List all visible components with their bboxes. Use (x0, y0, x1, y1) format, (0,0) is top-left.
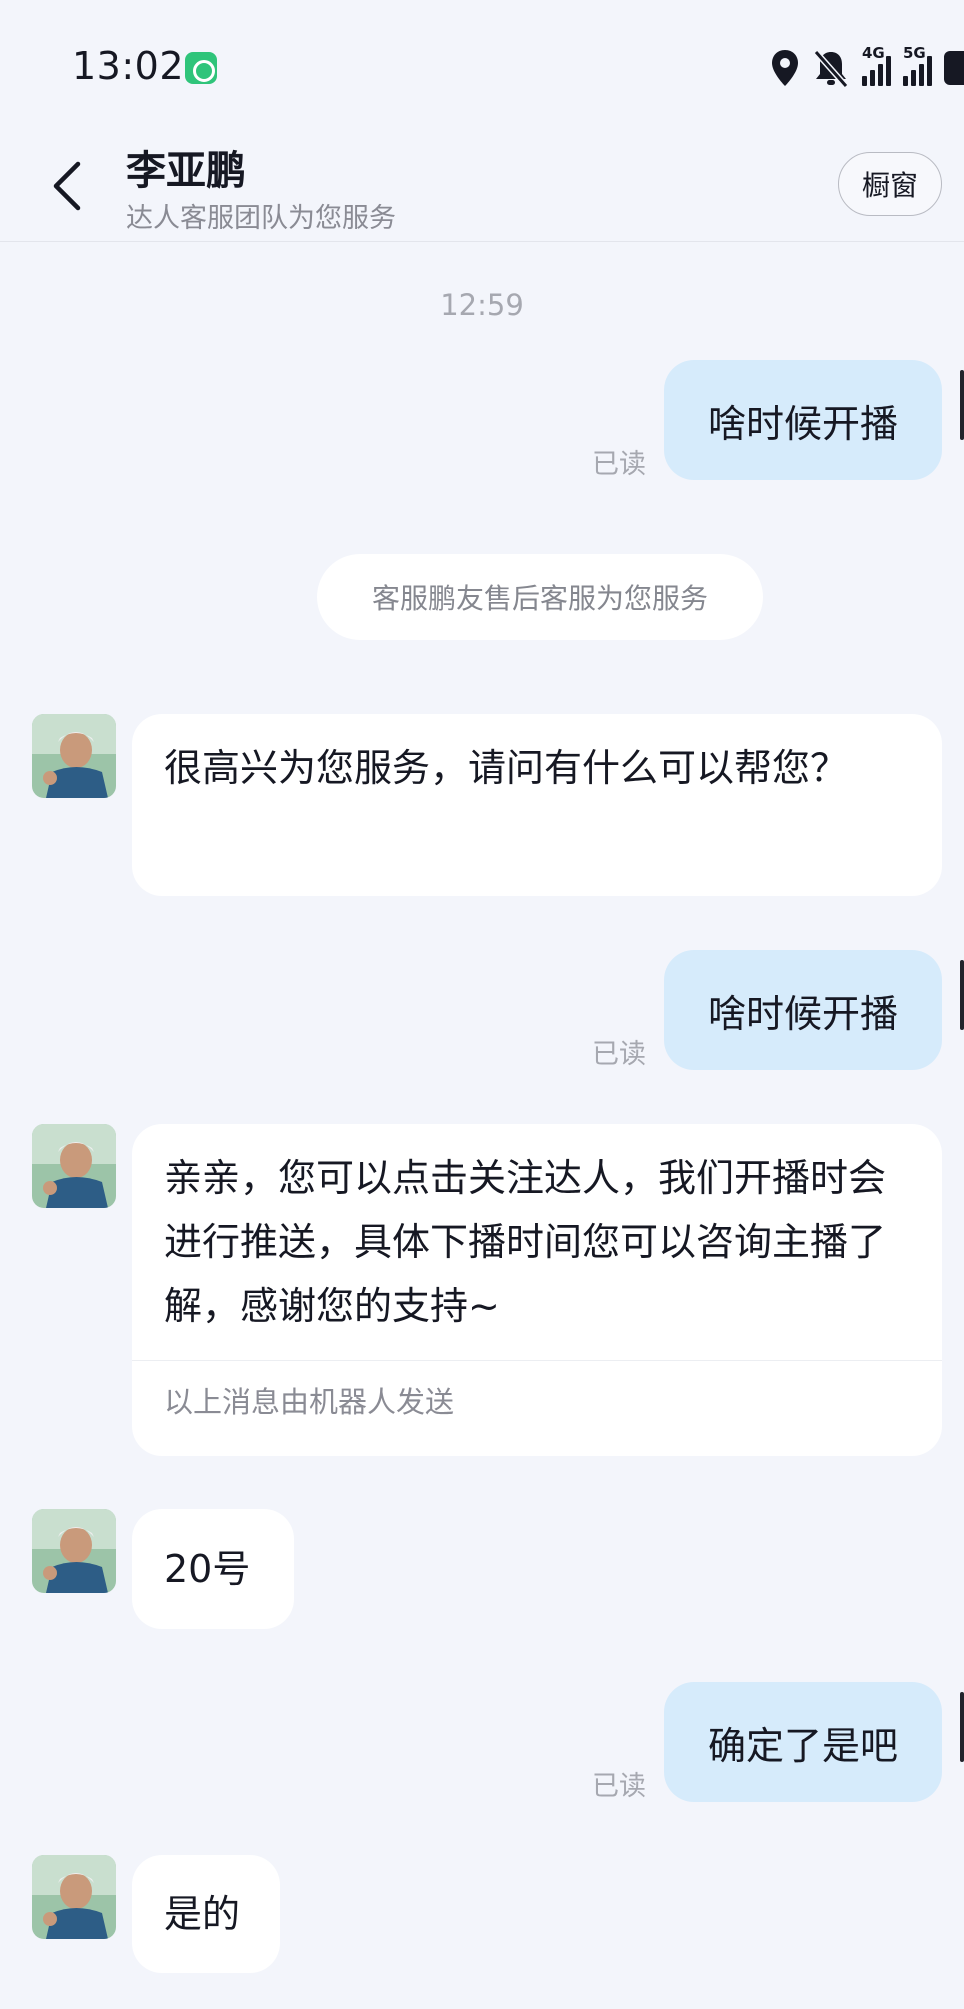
chat-title: 李亚鹏 (126, 148, 246, 194)
sent-message[interactable]: 确定了是吧 (664, 1682, 942, 1802)
read-receipt: 已读 (592, 1771, 646, 1802)
message-timestamp: 12:59 (440, 288, 524, 322)
received-message[interactable]: 很高兴为您服务，请问有什么可以帮您？ (132, 714, 942, 896)
location-icon (772, 50, 798, 86)
agent-avatar[interactable] (32, 1124, 116, 1208)
received-message-text: 亲亲，您可以点击关注达人，我们开播时会进行推送，具体下播时间您可以咨询主播了解，… (164, 1156, 887, 1328)
battery-icon (944, 51, 964, 85)
agent-avatar[interactable] (32, 714, 116, 798)
status-time: 13:02 (72, 44, 185, 88)
signal-4g-label: 4G (862, 44, 885, 62)
avatar-image (32, 1509, 116, 1593)
status-icons: 4G 5G (770, 44, 964, 90)
avatar-image (32, 714, 116, 798)
avatar-image (32, 1124, 116, 1208)
chat-header: 李亚鹏 达人客服团队为您服务 橱窗 (0, 130, 964, 242)
shop-window-button[interactable]: 橱窗 (838, 152, 942, 216)
scroll-edge-mark (960, 1692, 964, 1762)
received-message[interactable]: 20号 (132, 1509, 294, 1629)
agent-avatar[interactable] (32, 1855, 116, 1939)
chat-subtitle: 达人客服团队为您服务 (126, 203, 396, 234)
sent-message[interactable]: 啥时候开播 (664, 950, 942, 1070)
received-message-text: 是的 (164, 1892, 241, 1936)
received-message-text: 很高兴为您服务，请问有什么可以帮您？ (164, 746, 849, 790)
agent-avatar[interactable] (32, 1509, 116, 1593)
app-notification-icon (185, 52, 217, 84)
bell-off-icon (813, 50, 849, 88)
read-receipt: 已读 (592, 449, 646, 480)
sent-message[interactable]: 啥时候开播 (664, 360, 942, 480)
received-message[interactable]: 是的 (132, 1855, 280, 1973)
avatar-image (32, 1855, 116, 1939)
read-receipt: 已读 (592, 1039, 646, 1070)
signal-4g-icon: 4G (862, 44, 891, 86)
signal-5g-label: 5G (903, 44, 926, 62)
scroll-edge-mark (960, 960, 964, 1030)
scroll-edge-mark (960, 370, 964, 440)
system-notice: 客服鹏友售后客服为您服务 (317, 554, 763, 640)
status-bar: 13:02 4G 5G (0, 0, 964, 130)
back-arrow-icon[interactable] (44, 156, 92, 216)
received-message[interactable]: 亲亲，您可以点击关注达人，我们开播时会进行推送，具体下播时间您可以咨询主播了解，… (132, 1124, 942, 1456)
signal-5g-icon: 5G (903, 44, 932, 86)
bot-sent-note: 以上消息由机器人发送 (132, 1360, 942, 1445)
received-message-text: 20号 (164, 1547, 251, 1591)
